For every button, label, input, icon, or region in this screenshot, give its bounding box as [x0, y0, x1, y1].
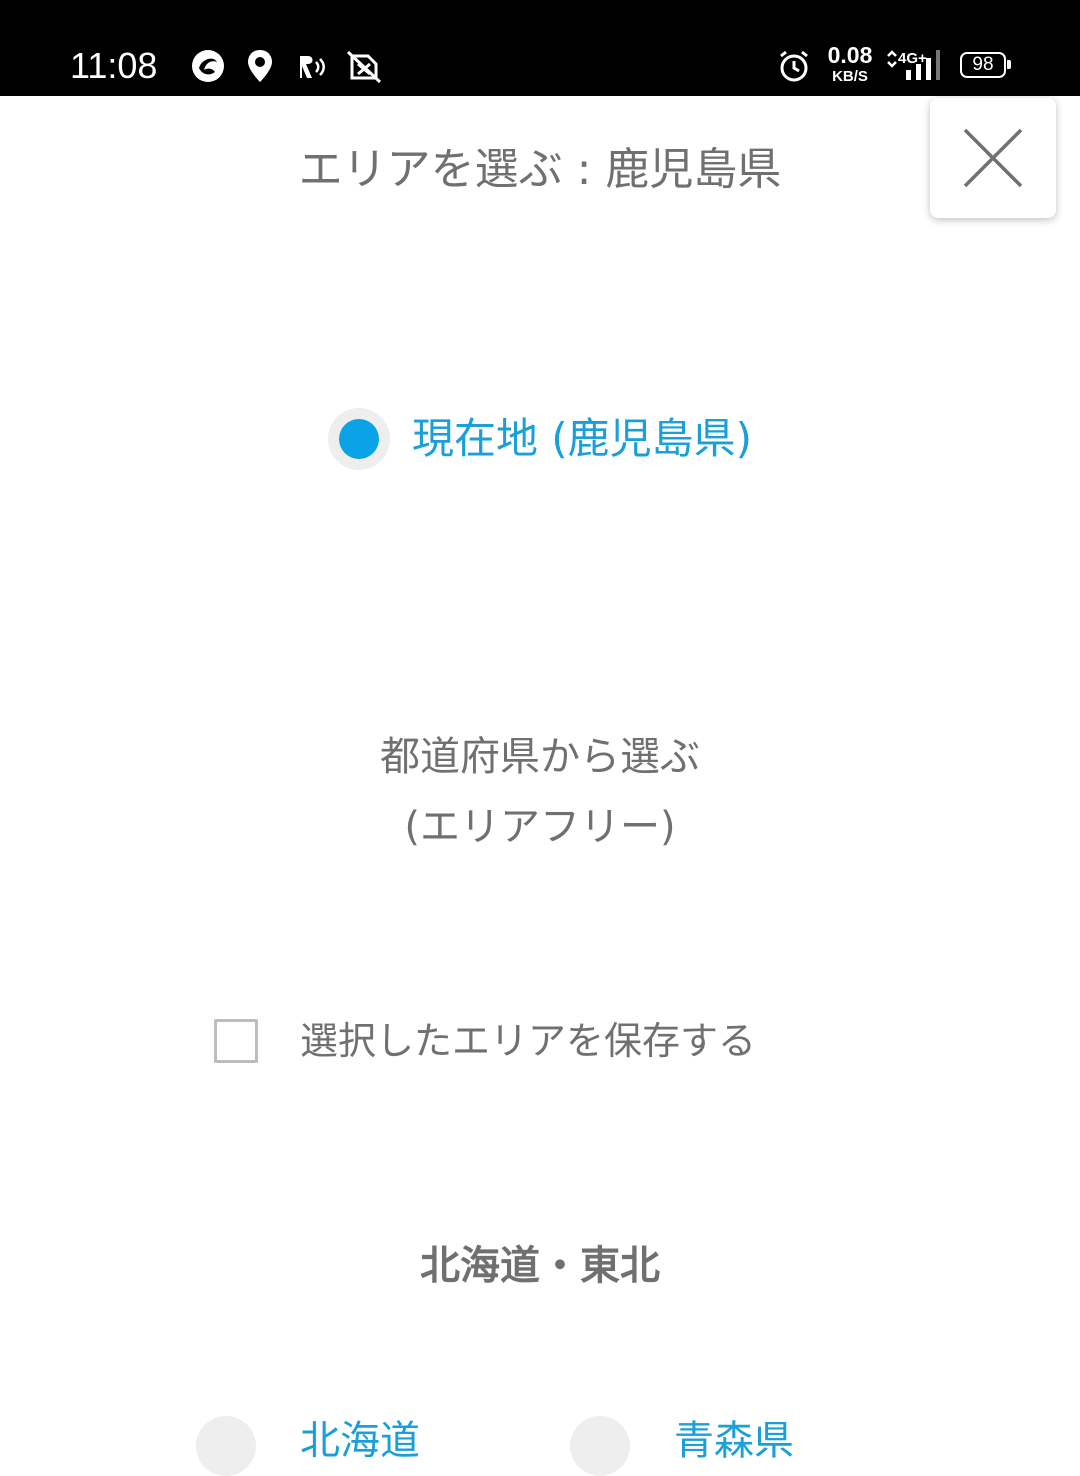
prefecture-label: 青森県 [674, 1418, 794, 1464]
region-heading: 北海道・東北 [420, 1243, 660, 1289]
battery-level: 98 [972, 54, 994, 75]
network-type: 4G+ [898, 50, 927, 67]
network-speed: 0.08 KB/S [822, 42, 878, 85]
network-speed-value: 0.08 [827, 42, 873, 68]
battery-icon: 98 [960, 52, 1011, 78]
save-area-label: 選択したエリアを保存する [300, 1019, 757, 1063]
rakuten-pay-icon [294, 46, 334, 86]
current-location-option[interactable]: 現在地 (鹿児島県) [0, 406, 1080, 472]
radio-selected-dot [338, 419, 379, 459]
prefecture-radio[interactable] [570, 1416, 630, 1476]
prefecture-select-text: 都道府県から選ぶ (エリアフリー) [0, 722, 1080, 862]
close-button[interactable] [930, 98, 1056, 218]
prefecture-select-line1: 都道府県から選ぶ [380, 734, 700, 780]
prefecture-label: 北海道 [300, 1418, 420, 1464]
signal-icon: 4G+ [884, 46, 944, 86]
location-pin-icon [240, 46, 280, 86]
status-time: 11:08 [70, 45, 158, 86]
prefecture-select-line2: (エリアフリー) [404, 804, 676, 850]
no-wifi-icon [344, 46, 384, 86]
current-location-label: 現在地 (鹿児島県) [411, 414, 753, 463]
network-speed-unit: KB/S [832, 68, 868, 85]
prefecture-radio[interactable] [196, 1416, 256, 1476]
current-location-radio[interactable] [327, 408, 390, 470]
save-area-option[interactable]: 選択したエリアを保存する [214, 1016, 756, 1066]
status-bar: 11:08 0.08 KB/S 4G+ 98 [0, 0, 1080, 96]
alarm-icon [774, 46, 814, 86]
page-title: エリアを選ぶ : 鹿児島県 [298, 144, 782, 195]
save-area-checkbox[interactable] [214, 1019, 258, 1063]
jal-app-icon [188, 46, 228, 86]
close-icon [963, 128, 1023, 188]
